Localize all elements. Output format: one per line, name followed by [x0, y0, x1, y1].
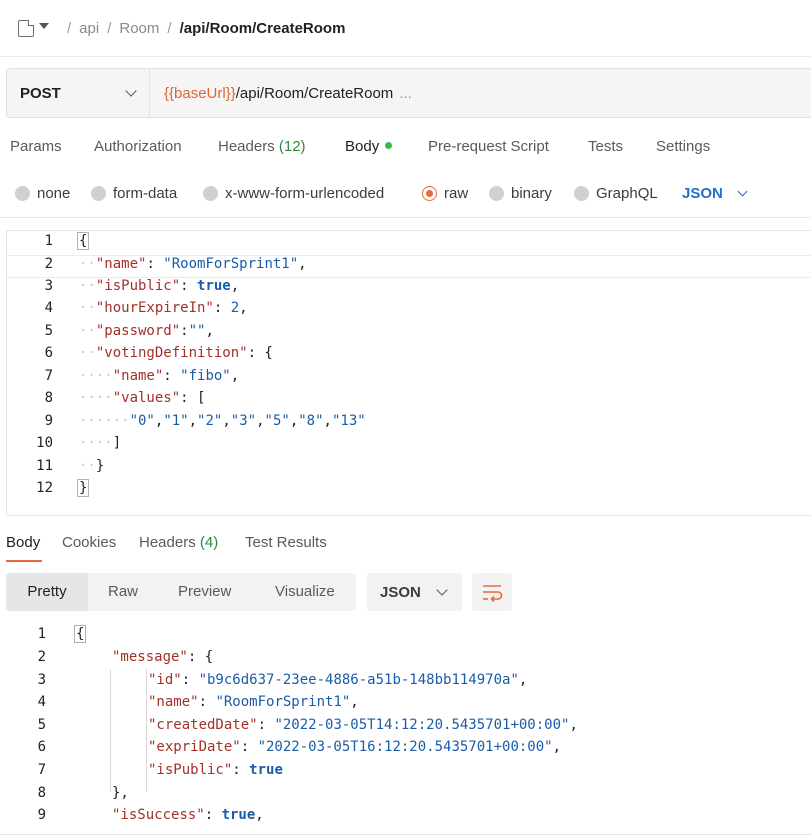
- tab-params[interactable]: Params: [10, 138, 62, 155]
- response-tabs: Body Cookies Headers (4) Test Results: [0, 522, 811, 564]
- url-path: /api/Room/CreateRoom: [235, 84, 394, 102]
- tab-tests[interactable]: Tests: [588, 138, 623, 155]
- response-headers-count: (4): [199, 534, 219, 551]
- view-mode-group: Pretty Raw Preview Visualize: [6, 573, 356, 611]
- radio-urlencoded[interactable]: x-www-form-urlencoded: [203, 185, 384, 202]
- breadcrumb-room[interactable]: Room: [119, 20, 159, 37]
- view-preview[interactable]: Preview: [178, 573, 231, 611]
- tab-test-results[interactable]: Test Results: [245, 534, 327, 551]
- radio-graphql[interactable]: GraphQL: [574, 185, 658, 202]
- radio-circle-icon: [489, 186, 504, 201]
- radio-none[interactable]: none: [15, 185, 70, 202]
- url-overflow: ...: [399, 84, 412, 102]
- view-pretty[interactable]: Pretty: [6, 573, 88, 611]
- radio-circle-icon: [574, 186, 589, 201]
- request-body-editor[interactable]: 1{ 2 ··"name": "RoomForSprint1", 3 ··"isPu…: [6, 230, 811, 516]
- response-body-viewer[interactable]: 1{ 2 "message": { 3 "id": "b9c6d637-23ee-4…: [0, 625, 811, 835]
- tab-settings[interactable]: Settings: [656, 138, 710, 155]
- response-name-value: "RoomForSprint1": [215, 694, 351, 710]
- method-label: POST: [20, 84, 61, 102]
- breadcrumb-api[interactable]: api: [79, 20, 99, 37]
- radio-binary[interactable]: binary: [489, 185, 552, 202]
- body-format-select[interactable]: JSON: [682, 185, 748, 202]
- body-type-options: none form-data x-www-form-urlencoded raw…: [0, 180, 811, 218]
- radio-circle-icon: [91, 186, 106, 201]
- response-id-value: "b9c6d637-23ee-4886-a51b-148bb114970a": [198, 672, 519, 688]
- request-title[interactable]: /api/Room/CreateRoom: [180, 20, 346, 37]
- collection-icon[interactable]: [18, 19, 34, 37]
- radio-circle-icon: [15, 186, 30, 201]
- tab-headers[interactable]: Headers (12): [218, 138, 306, 155]
- caret-down-icon[interactable]: [39, 23, 49, 29]
- response-created-date: "2022-03-05T14:12:20.5435701+00:00": [274, 717, 570, 733]
- view-visualize[interactable]: Visualize: [275, 573, 335, 611]
- active-tab-indicator: [6, 560, 42, 562]
- tab-body-label: Body: [345, 138, 380, 155]
- view-raw[interactable]: Raw: [108, 573, 138, 611]
- tab-cookies[interactable]: Cookies: [62, 534, 116, 551]
- request-bar: POST {{baseUrl}} /api/Room/CreateRoom ..…: [6, 68, 811, 118]
- radio-selected-icon: [422, 186, 437, 201]
- tab-prerequest-script[interactable]: Pre-request Script: [428, 138, 549, 155]
- tab-response-headers[interactable]: Headers (4): [139, 534, 218, 551]
- radio-form-data[interactable]: form-data: [91, 185, 177, 202]
- breadcrumb: / api / Room / /api/Room/CreateRoom: [0, 0, 811, 57]
- headers-count: (12): [278, 138, 306, 155]
- tab-response-body[interactable]: Body: [6, 534, 40, 551]
- url-variable: {{baseUrl}}: [164, 84, 236, 102]
- tab-headers-label: Headers: [218, 138, 275, 155]
- wrap-lines-button[interactable]: [472, 573, 512, 611]
- url-input[interactable]: {{baseUrl}} /api/Room/CreateRoom ...: [150, 69, 412, 117]
- chevron-down-icon: [436, 583, 448, 596]
- tab-body[interactable]: Body: [345, 138, 393, 155]
- response-expri-date: "2022-03-05T16:12:20.5435701+00:00": [257, 739, 553, 755]
- chevron-down-icon: [737, 186, 748, 196]
- wrap-lines-icon: [483, 585, 503, 603]
- tab-authorization[interactable]: Authorization: [94, 138, 182, 155]
- response-format-select[interactable]: JSON: [367, 573, 462, 611]
- radio-circle-icon: [203, 186, 218, 201]
- modified-dot-icon: [385, 142, 393, 149]
- radio-raw[interactable]: raw: [422, 185, 468, 202]
- method-select[interactable]: POST: [7, 69, 150, 117]
- chevron-down-icon: [125, 84, 137, 97]
